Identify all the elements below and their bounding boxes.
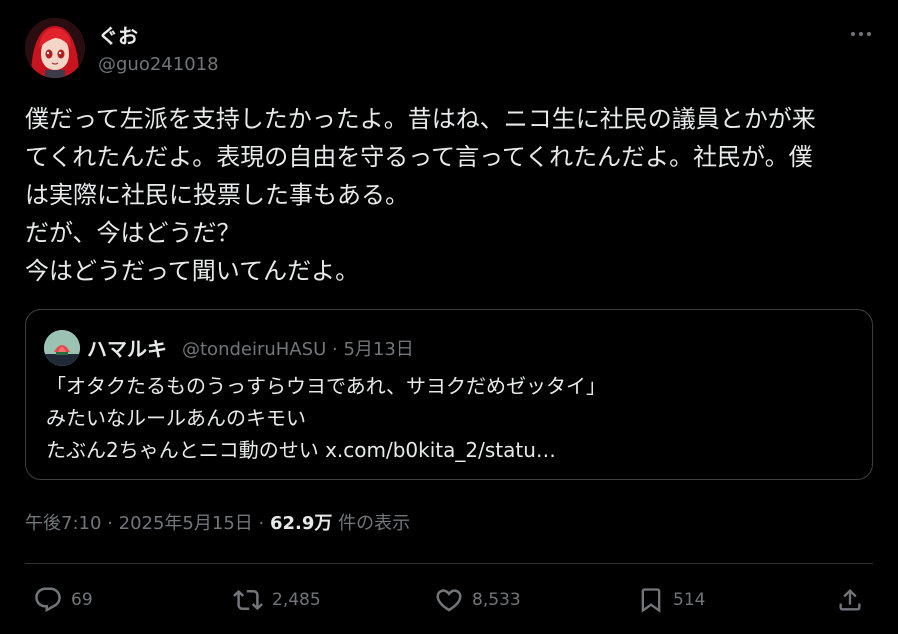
like-button[interactable]: 8,533 bbox=[434, 584, 521, 616]
tweet-text-line: は実際に社民に投票した事もある。 bbox=[25, 181, 409, 209]
quoted-text-line: たぶん2ちゃんとニコ動のせい x.com/b0kita_2/statu… bbox=[46, 438, 556, 462]
quoted-text: 「オタクたるものうっすらウヨであれ、サヨクだめゼッタイ」 みたいなルールあんのキ… bbox=[46, 370, 866, 466]
meta-separator: · bbox=[258, 513, 265, 534]
quoted-separator: · bbox=[331, 339, 338, 360]
more-options-button[interactable] bbox=[844, 22, 878, 46]
retweet-icon bbox=[233, 589, 263, 611]
views-count: 62.9万 bbox=[270, 513, 333, 534]
tweet-text-line: 今はどうだって聞いてんだよ。 bbox=[25, 257, 360, 285]
author-display-name[interactable]: ぐお bbox=[98, 20, 138, 49]
author-handle[interactable]: @guo241018 bbox=[98, 54, 219, 75]
reply-count: 69 bbox=[71, 590, 93, 610]
quoted-author-avatar bbox=[44, 330, 80, 366]
tweet-text-line: てくれたんだよ。表現の自由を守るって言ってくれたんだよ。社民が。僕 bbox=[25, 143, 813, 171]
quoted-author-handle: @tondeiruHASU bbox=[182, 339, 327, 360]
like-count: 8,533 bbox=[472, 590, 521, 610]
quoted-meta: @tondeiruHASU · 5月13日 bbox=[182, 335, 414, 361]
reply-button[interactable]: 69 bbox=[33, 584, 93, 616]
reply-icon bbox=[35, 587, 61, 613]
quoted-text-line: みたいなルールあんのキモい bbox=[46, 406, 306, 430]
bookmark-button[interactable]: 514 bbox=[637, 584, 705, 616]
bookmark-icon bbox=[641, 588, 661, 613]
heart-icon bbox=[436, 589, 462, 612]
tweet-time[interactable]: 午後7:10 bbox=[25, 513, 101, 534]
views-label: 件の表示 bbox=[338, 513, 411, 534]
quoted-text-line: 「オタクたるものうっすらウヨであれ、サヨクだめゼッタイ」 bbox=[46, 374, 606, 398]
share-icon bbox=[839, 589, 861, 611]
author-avatar[interactable] bbox=[25, 18, 85, 78]
tweet-date[interactable]: 2025年5月15日 bbox=[119, 513, 253, 534]
quoted-date: 5月13日 bbox=[343, 339, 414, 360]
more-dots-icon bbox=[851, 32, 871, 36]
quoted-tweet[interactable]: ハマルキ @tondeiruHASU · 5月13日 「オタクたるものうっすらウ… bbox=[25, 309, 873, 480]
tweet: ぐお @guo241018 僕だって左派を支持したかったよ。昔はね、ニコ生に社民… bbox=[0, 0, 898, 634]
bookmark-count: 514 bbox=[673, 590, 706, 610]
divider bbox=[25, 563, 873, 564]
anime-avatar-icon bbox=[25, 18, 85, 78]
retweet-count: 2,485 bbox=[272, 590, 321, 610]
retweet-button[interactable]: 2,485 bbox=[232, 584, 321, 616]
tweet-text-line: だが、今はどうだ？ bbox=[25, 219, 241, 247]
tweet-text-line: 僕だって左派を支持したかったよ。昔はね、ニコ生に社民の議員とかが来 bbox=[25, 105, 816, 133]
quoted-author-name: ハマルキ bbox=[87, 337, 167, 361]
meta-separator: · bbox=[107, 513, 113, 534]
tweet-meta: 午後7:10 · 2025年5月15日 · 62.9万 件の表示 bbox=[25, 509, 410, 535]
lotus-avatar-icon bbox=[44, 330, 80, 366]
tweet-text: 僕だって左派を支持したかったよ。昔はね、ニコ生に社民の議員とかが来 てくれたんだ… bbox=[25, 100, 875, 290]
share-button[interactable] bbox=[836, 584, 864, 616]
